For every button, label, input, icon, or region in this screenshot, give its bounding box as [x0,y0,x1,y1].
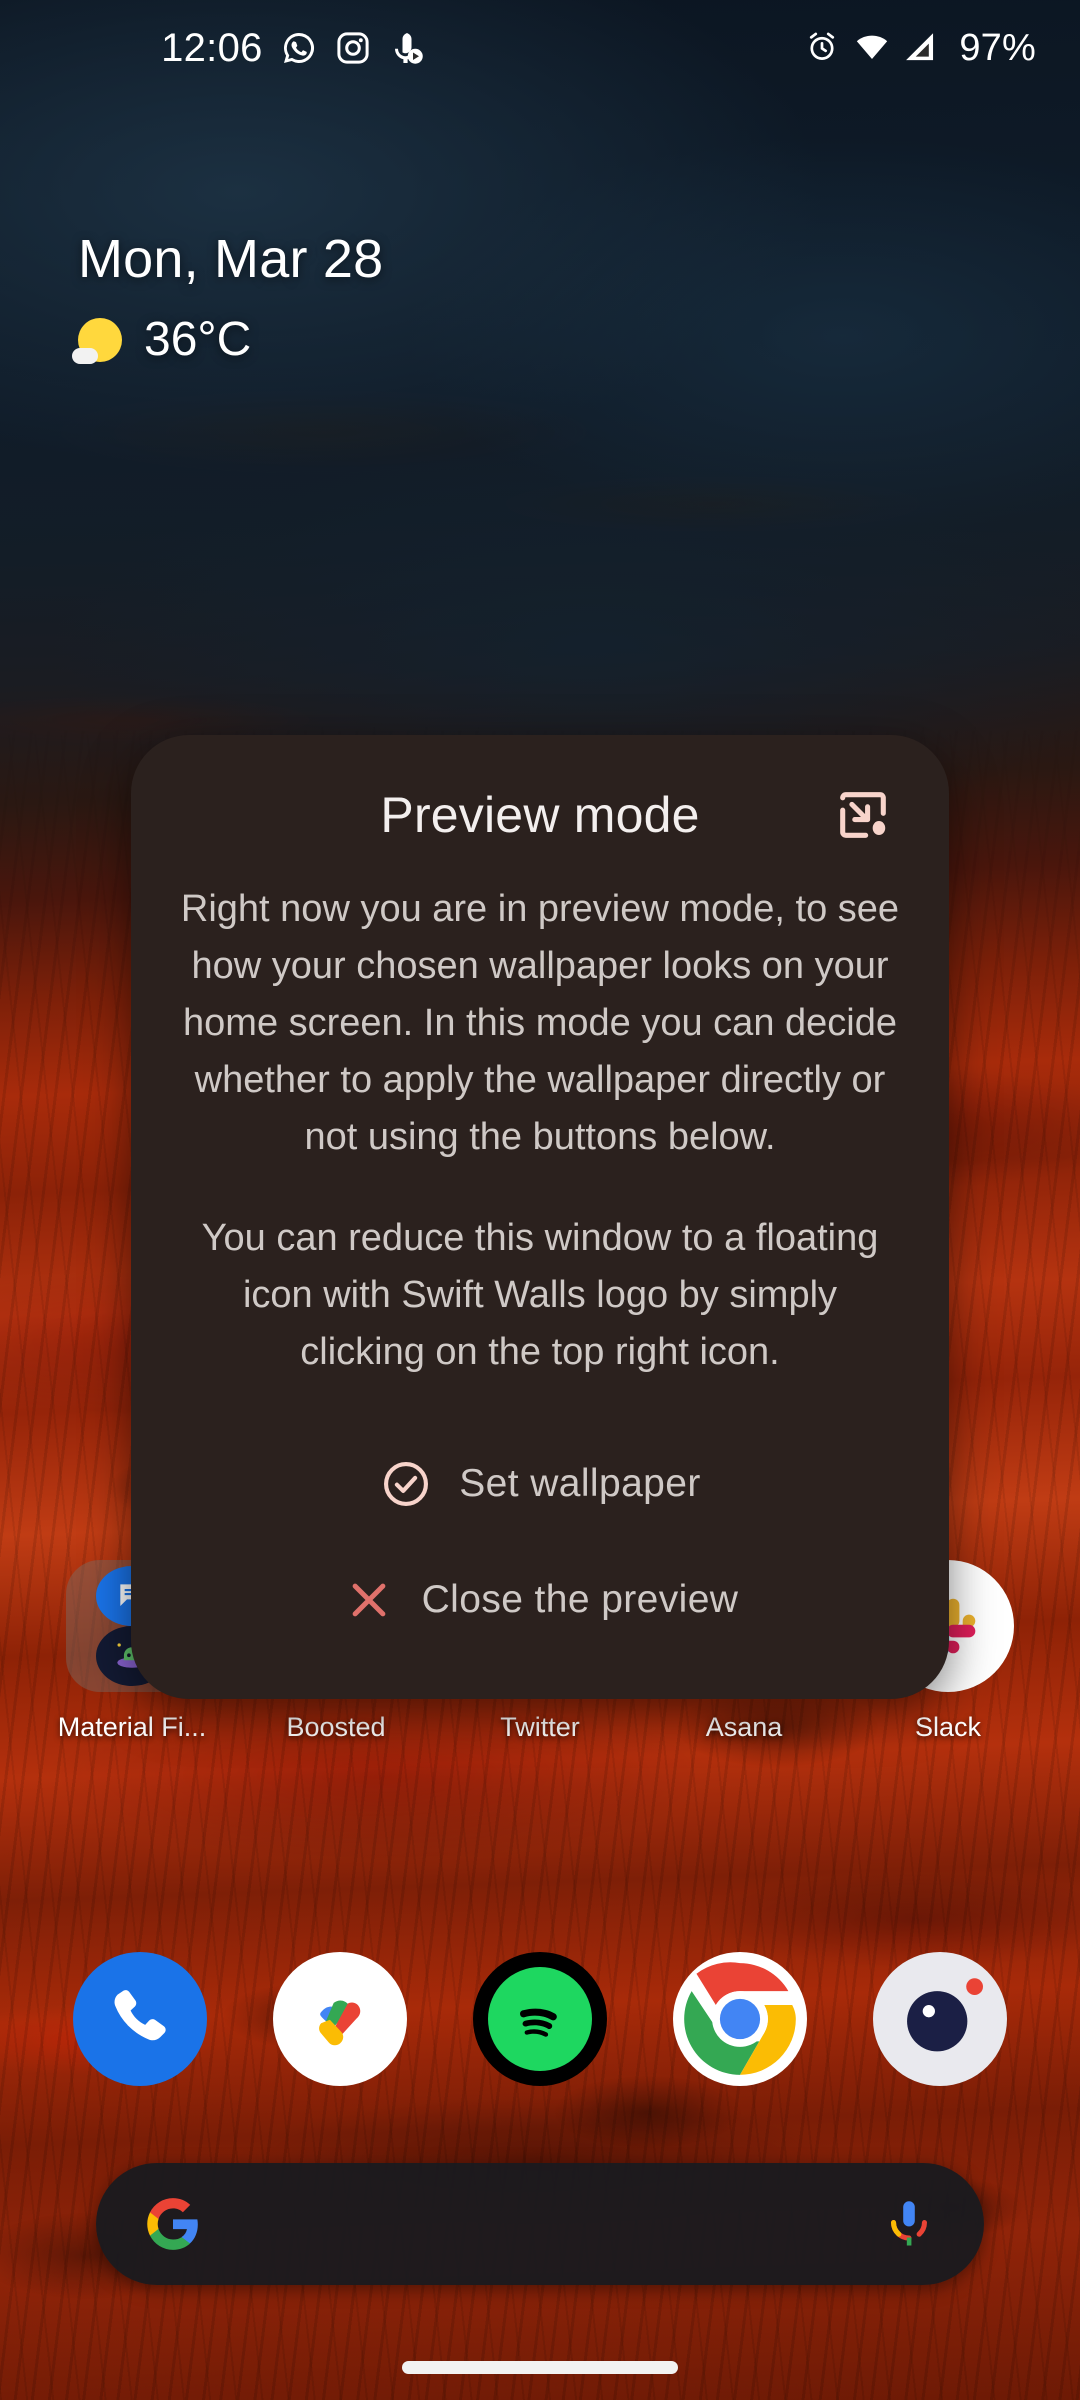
widget-date-text: Mon, Mar 28 [78,229,384,289]
dialog-header: Preview mode [177,775,903,855]
widget-temperature-text: 36°C [144,313,252,366]
google-search-bar[interactable] [96,2163,984,2285]
dock [0,1952,1080,2086]
google-pay-icon[interactable] [273,1952,407,2086]
app-label: Material Fi... [57,1712,207,1742]
phone-icon[interactable] [73,1952,207,2086]
dialog-actions: Set wallpaper Close the preview [177,1439,903,1645]
picture-in-picture-icon[interactable] [831,783,895,847]
dock-item-spotify[interactable] [440,1952,640,2086]
dock-item-chrome[interactable] [640,1952,840,2086]
app-label: Twitter [500,1712,580,1742]
whatsapp-icon [281,30,317,66]
app-label: Slack [914,1712,982,1742]
gesture-navigation-pill[interactable] [402,2361,678,2374]
status-bar: 12:06 97% [0,0,1080,96]
battery-percentage: 97% [959,26,1036,69]
close-x-icon [342,1573,396,1627]
app-label: Asana [705,1712,783,1742]
instagram-icon [335,30,371,66]
home-screen: 12:06 97% Mon, Mar 28 36°C Material Fi..… [0,0,1080,2400]
google-g-icon [142,2193,204,2255]
set-wallpaper-button[interactable]: Set wallpaper [177,1439,903,1529]
cellular-signal-icon [905,30,941,66]
dialog-title: Preview mode [380,787,700,843]
set-wallpaper-label: Set wallpaper [459,1462,701,1505]
close-preview-label: Close the preview [421,1578,739,1621]
close-preview-button[interactable]: Close the preview [177,1555,903,1645]
sun-icon [72,317,122,364]
wifi-icon [855,30,891,66]
widget-weather-row: 36°C [72,312,383,367]
check-circle-icon [379,1457,433,1511]
preview-mode-dialog: Preview mode Right now you are in previe… [131,735,949,1699]
app-label: Boosted [286,1712,386,1742]
date-weather-widget[interactable]: Mon, Mar 28 36°C [72,228,384,367]
dialog-paragraph-1: Right now you are in preview mode, to se… [180,888,900,1158]
podcast-icon [389,30,425,66]
dock-item-phone[interactable] [40,1952,240,2086]
dialog-body: Right now you are in preview mode, to se… [177,881,903,1381]
dock-item-camera[interactable] [840,1952,1040,2086]
status-bar-clock: 12:06 [161,25,263,70]
search-input[interactable] [204,2163,880,2285]
dock-item-google-pay[interactable] [240,1952,440,2086]
microphone-icon[interactable] [880,2195,938,2253]
dialog-paragraph-2: You can reduce this window to a floating… [201,1217,879,1373]
spotify-icon[interactable] [473,1952,607,2086]
alarm-icon [805,30,841,66]
chrome-icon[interactable] [673,1952,807,2086]
camera-icon[interactable] [873,1952,1007,2086]
